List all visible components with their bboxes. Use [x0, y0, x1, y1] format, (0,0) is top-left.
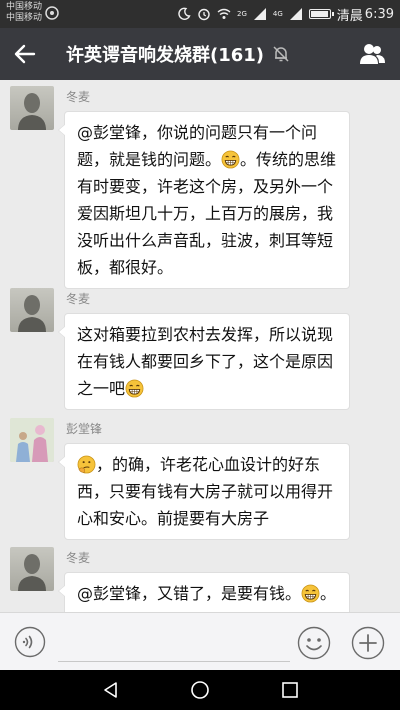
status-bar: 中国移动 中国移动 2G 4G 清晨 6:39 — [0, 0, 400, 28]
carrier-2: 中国移动 — [6, 13, 43, 23]
emoji-icon[interactable] — [297, 626, 331, 660]
muted-bell-icon — [273, 46, 289, 62]
avatar-portrait-icon — [18, 295, 46, 332]
avatar[interactable] — [10, 547, 54, 591]
sender-name: 冬麦 — [66, 90, 91, 104]
avatar-photo-icon — [10, 418, 54, 462]
message-text: ，的确，许老花心血设计的好东西，只要有钱有大房子就可以用得开心和安心。前提要有大… — [77, 455, 334, 528]
carrier-1: 中国移动 — [6, 2, 43, 12]
grin-emoji — [125, 379, 144, 398]
status-right: 2G 4G 清晨 6:39 — [177, 0, 394, 28]
thinking-emoji — [77, 455, 96, 474]
avatar[interactable] — [10, 418, 54, 462]
recent-square-icon[interactable] — [280, 680, 300, 700]
message-bubble[interactable]: @彭堂锋，又错了，是要有钱。。你在展会听了吗？ — [58, 572, 350, 612]
chat-title: 许英谔音响发烧群(161) — [66, 45, 265, 66]
voice-icon[interactable] — [14, 626, 46, 658]
moon-icon — [178, 7, 191, 20]
message-text: 。传统的思维有时要变，许老这个房，及另外一个爱因斯坦几十万，上百万的展房，我没听… — [77, 150, 337, 277]
avatar-portrait-icon — [18, 554, 46, 591]
avatar-portrait-icon — [18, 93, 46, 130]
network-type-1: 2G — [237, 10, 247, 18]
input-bar — [0, 612, 400, 670]
grin-emoji — [221, 150, 240, 169]
message-bubble[interactable]: ，的确，许老花心血设计的好东西，只要有钱有大房子就可以用得开心和安心。前提要有大… — [58, 443, 350, 540]
notification-icon — [45, 6, 59, 20]
carrier-info: 中国移动 中国移动 — [6, 2, 42, 24]
message-bubble[interactable]: 这对箱要拉到农村去发挥，所以说现在有钱人都要回乡下了，这个是原因之一吧 — [58, 313, 350, 410]
message-text: @彭堂锋，又错了，是要有钱。 — [77, 584, 302, 603]
wifi-icon — [217, 8, 231, 19]
back-triangle-icon[interactable] — [101, 680, 121, 700]
home-circle-icon[interactable] — [190, 680, 210, 700]
back-arrow-icon[interactable] — [12, 41, 38, 67]
message-input[interactable] — [58, 625, 290, 662]
avatar[interactable] — [10, 86, 54, 130]
message-list[interactable]: 冬麦 @彭堂锋，你说的问题只有一个问题，就是钱的问题。 。传统的思维有时要变，许老… — [0, 80, 400, 612]
sender-name: 冬麦 — [66, 551, 91, 565]
title-wrap: 许英谔音响发烧群(161) — [66, 28, 290, 80]
plus-icon[interactable] — [351, 626, 385, 660]
sender-name: 彭堂锋 — [66, 422, 103, 436]
grin-emoji — [301, 584, 320, 603]
message-bubble[interactable]: @彭堂锋，你说的问题只有一个问题，就是钱的问题。 。传统的思维有时要变，许老这个房… — [58, 111, 350, 289]
sender-name: 冬麦 — [66, 292, 91, 306]
message-text: 这对箱要拉到农村去发挥，所以说现在有钱人都要回乡下了，这个是原因之一吧 — [77, 325, 334, 398]
signal-1-icon — [253, 8, 266, 20]
alarm-icon — [198, 8, 210, 21]
carrier-name: 清晨 — [336, 8, 363, 24]
clock: 6:39 — [364, 6, 394, 22]
signal-2-icon — [289, 8, 302, 20]
battery-icon — [308, 9, 334, 19]
avatar[interactable] — [10, 288, 54, 332]
network-type-2: 4G — [272, 10, 283, 18]
group-members-icon[interactable] — [358, 41, 386, 67]
chat-header: 许英谔音响发烧群(161) — [0, 28, 400, 80]
system-nav-bar — [0, 670, 400, 710]
